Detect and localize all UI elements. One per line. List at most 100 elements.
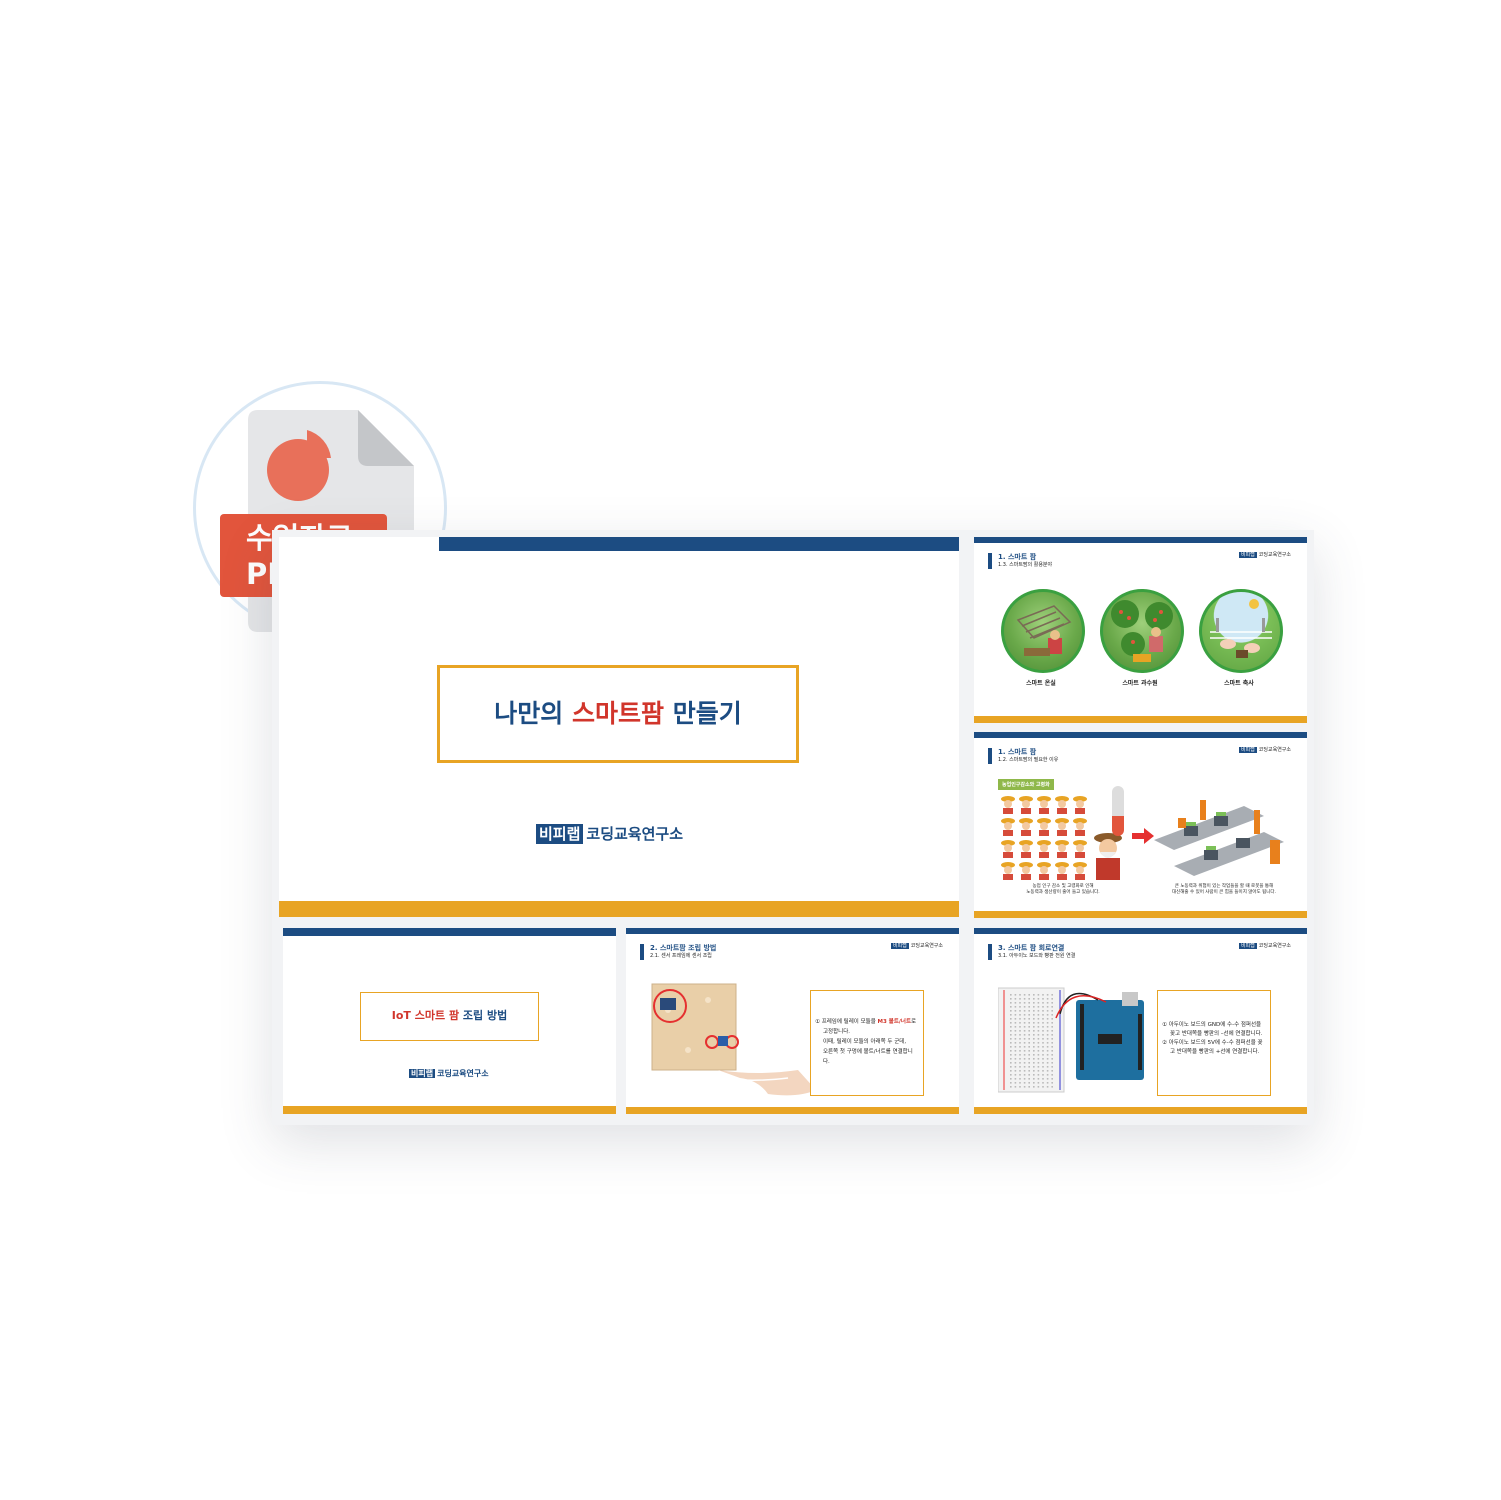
farmer-figure — [1073, 796, 1087, 814]
section-title-2: 조립 방법 — [459, 1009, 508, 1022]
heading-2: 2.1. 센서 프레임에 센서 조립 — [650, 953, 712, 959]
assembly-instructions: ① 프레임에 릴레이 모듈을 M3 볼트/너트로 고정합니다. 이때, 릴레이 … — [811, 991, 923, 1067]
label-orchard: 스마트 과수원 — [1122, 680, 1158, 687]
assembly-instruction-box: ① 프레임에 릴레이 모듈을 M3 볼트/너트로 고정합니다. 이때, 릴레이 … — [810, 990, 924, 1096]
assembly-photo — [648, 980, 818, 1098]
greenhouse-image — [1001, 589, 1085, 673]
orchard-image — [1100, 589, 1184, 673]
slide-section[interactable]: IoT 스마트 팜 조립 방법 비피랩 코딩교육연구소 — [283, 928, 616, 1114]
slide-collage: 나만의 스마트팜 만들기 비피랩 코딩교육연구소 1. 스마트 팜 1.3. 스마… — [272, 530, 1314, 1125]
heading-1: 1. 스마트 팜 — [998, 553, 1037, 561]
logo-text: 코딩교육연구소 — [1258, 747, 1291, 753]
small-logo: 비피랩 코딩교육연구소 — [1238, 551, 1291, 558]
slide-heading: 3. 스마트 팜 회로연결 3.1. 아두이노 보드와 빵판 전원 연결 — [988, 944, 1075, 960]
step2-line-a: 아두이노 보드의 5V에 수-수 점퍼선을 꽂 — [1168, 1040, 1263, 1046]
circuit-step-2: ② 아두이노 보드의 5V에 수-수 점퍼선을 꽂 — [1162, 1039, 1266, 1048]
farmer-figure — [1001, 840, 1015, 858]
slide-circuit[interactable]: 3. 스마트 팜 회로연결 3.1. 아두이노 보드와 빵판 전원 연결 비피랩… — [974, 928, 1307, 1114]
heading-1: 3. 스마트 팜 회로연결 — [998, 944, 1065, 952]
assembly-line-5: 다. — [823, 1059, 830, 1065]
logo-text: 코딩교육연구소 — [586, 825, 684, 843]
circuit-instruction-box: ① 아두이노 보드의 GND에 수-수 점퍼선을 꽂고 반대쪽을 빵판의 –선에… — [1157, 990, 1271, 1096]
slide-heading: 1. 스마트 팜 1.2. 스마트팜의 필요한 이유 — [988, 748, 1058, 764]
section-title-1: IoT — [391, 1009, 415, 1022]
farmer-figure — [1019, 840, 1033, 858]
farmer-figure — [1019, 796, 1033, 814]
farmer-figure — [1055, 840, 1069, 858]
small-logo: 비피랩 코딩교육연구소 — [1238, 746, 1291, 753]
title-text-1: 나만의 — [494, 699, 572, 728]
circuit-instructions: ① 아두이노 보드의 GND에 수-수 점퍼선을 꽂고 반대쪽을 빵판의 –선에… — [1158, 991, 1270, 1057]
slide-title[interactable]: 나만의 스마트팜 만들기 비피랩 코딩교육연구소 — [279, 537, 959, 917]
slide-farm-types[interactable]: 1. 스마트 팜 1.3. 스마트팜의 활용분야 비피랩 코딩교육연구소 스마트 … — [974, 537, 1307, 723]
line1-highlight: M3 볼트/너트 — [877, 1019, 912, 1025]
assembly-line-4: 오른쪽 첫 구멍에 볼트/너트를 연결합니 — [823, 1049, 913, 1055]
livestock-image — [1199, 589, 1283, 673]
farmer-figure — [1001, 818, 1015, 836]
farmer-figure — [1001, 796, 1015, 814]
bottom-bar — [283, 1106, 616, 1114]
title-highlight: 스마트팜 — [571, 699, 664, 728]
farmer-figure — [1055, 862, 1069, 880]
logo-text: 코딩교육연구소 — [1258, 943, 1291, 949]
assembly-line-1: ① 프레임에 릴레이 모듈을 M3 볼트/너트로 — [815, 1017, 919, 1027]
logo-badge: 비피랩 — [1238, 552, 1257, 558]
caption-right-2: 대신해줄 수 있어 사람이 큰 힘을 들이지 않아도 됩니다. — [1172, 890, 1276, 895]
farmer-figure — [1055, 796, 1069, 814]
top-bar — [626, 928, 959, 934]
top-bar — [974, 732, 1307, 738]
slide-reason[interactable]: 1. 스마트 팜 1.2. 스마트팜의 필요한 이유 비피랩 코딩교육연구소 농업… — [974, 732, 1307, 918]
heading-2: 1.2. 스마트팜의 필요한 이유 — [998, 757, 1059, 763]
heading-1: 2. 스마트팜 조립 방법 — [650, 944, 717, 952]
logo-badge: 비피랩 — [890, 943, 909, 949]
title-text-2: 만들기 — [664, 699, 742, 728]
circuit-diagram — [997, 984, 1148, 1098]
top-bar — [974, 928, 1307, 934]
label-livestock: 스마트 축사 — [1224, 680, 1254, 687]
bottom-bar — [974, 716, 1307, 723]
farmer-figure — [1037, 818, 1051, 836]
logo-text: 코딩교육연구소 — [1258, 552, 1291, 558]
line1-b: 로 — [911, 1019, 917, 1025]
logo-badge: 비피랩 — [1238, 943, 1257, 949]
bottom-bar — [974, 911, 1307, 918]
step1-line-a: 아두이노 보드의 GND에 수-수 점퍼선을 — [1168, 1022, 1262, 1028]
logo: 비피랩 코딩교육연구소 — [536, 823, 683, 844]
logo-badge: 비피랩 — [1238, 747, 1257, 753]
section-title-highlight: 스마트 팜 — [414, 1009, 460, 1022]
farmer-figure — [1001, 862, 1015, 880]
line1-a: 프레임에 릴레이 모듈을 — [821, 1019, 878, 1025]
step1-number: ① — [1162, 1022, 1167, 1028]
farmer-figure — [1055, 818, 1069, 836]
heading-2: 3.1. 아두이노 보드와 빵판 전원 연결 — [998, 953, 1076, 959]
farmer-figure — [1019, 862, 1033, 880]
caption-right: 큰 노동력과 위험이 있는 작업들을 할 때 로봇을 통해 대신해줄 수 있어 … — [1154, 884, 1294, 896]
assembly-line-2: 고정합니다. — [823, 1029, 851, 1035]
bottom-bar — [279, 901, 959, 917]
farmer-figure — [1037, 862, 1051, 880]
heading-2: 1.3. 스마트팜의 활용분야 — [998, 562, 1053, 568]
farmer-figure — [1037, 840, 1051, 858]
factory-image — [1154, 790, 1294, 880]
caption-left-2: 노동력과 생산량이 줄어 들고 있습니다. — [1026, 890, 1100, 895]
bottom-bar — [974, 1107, 1307, 1114]
step-number: ① — [815, 1019, 820, 1025]
circuit-step-2b: 고 반대쪽을 빵판의 +선에 연결합니다. — [1170, 1049, 1260, 1055]
arrow-right-icon — [1132, 828, 1154, 848]
farmer-figure — [1073, 840, 1087, 858]
bottom-bar — [626, 1107, 959, 1114]
logo-text: 코딩교육연구소 — [437, 1069, 489, 1078]
top-bar — [283, 928, 616, 936]
logo-badge: 비피랩 — [536, 824, 584, 844]
small-logo: 비피랩 코딩교육연구소 — [1238, 942, 1291, 949]
logo-badge: 비피랩 — [409, 1069, 436, 1078]
logo-text: 코딩교육연구소 — [910, 943, 943, 949]
assembly-line-3: 이때, 릴레이 모듈의 아래쪽 두 군데, — [823, 1039, 907, 1045]
slide-assembly[interactable]: 2. 스마트팜 조립 방법 2.1. 센서 프레임에 센서 조립 비피랩 코딩교육… — [626, 928, 959, 1114]
thermometer-icon — [1112, 786, 1124, 836]
small-logo: 비피랩 코딩교육연구소 — [890, 942, 943, 949]
circuit-step-1b: 꽂고 반대쪽을 빵판의 –선에 연결합니다. — [1170, 1031, 1263, 1037]
elderly-farmer-figure — [1094, 833, 1122, 880]
caption-left: 농업 인구 감소 및 고령화로 인해 노동력과 생산량이 줄어 들고 있습니다. — [998, 884, 1128, 896]
top-bar — [439, 537, 959, 551]
